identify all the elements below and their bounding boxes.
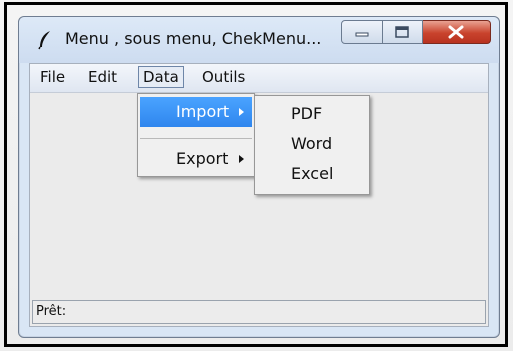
menu-bar: File Edit Data Outils: [30, 64, 488, 93]
submenu-item-pdf[interactable]: PDF: [291, 104, 322, 123]
status-text: Prêt:: [36, 304, 67, 319]
menu-separator: [140, 138, 252, 139]
submenu-arrow-icon: [239, 155, 244, 163]
submenu-item-excel[interactable]: Excel: [291, 164, 333, 183]
window-controls: [341, 20, 491, 44]
menu-outils[interactable]: Outils: [198, 66, 249, 88]
menu-item-export-label: Export: [176, 149, 229, 168]
import-submenu: PDF Word Excel: [254, 95, 370, 195]
menu-item-import-label: Import: [176, 102, 230, 121]
submenu-item-word[interactable]: Word: [291, 134, 332, 153]
submenu-arrow-icon: [239, 108, 244, 116]
minimize-button[interactable]: [341, 20, 383, 44]
close-button[interactable]: [423, 20, 491, 44]
data-dropdown-menu: Import Export: [137, 93, 255, 177]
close-icon: [448, 25, 464, 39]
maximize-button[interactable]: [383, 20, 423, 44]
status-bar: Prêt:: [32, 300, 486, 324]
title-bar[interactable]: Menu , sous menu, ChekMenu...: [19, 17, 499, 63]
screen: Menu , sous menu, ChekMenu... File Edit …: [0, 0, 513, 351]
maximize-icon: [395, 26, 409, 38]
menu-edit[interactable]: Edit: [84, 66, 121, 88]
menu-item-import[interactable]: Import: [140, 97, 252, 127]
minimize-icon: [355, 32, 369, 37]
menu-data[interactable]: Data: [138, 66, 184, 88]
menu-file[interactable]: File: [36, 66, 69, 88]
menu-item-export[interactable]: Export: [140, 144, 252, 174]
window-title: Menu , sous menu, ChekMenu...: [65, 29, 322, 48]
feather-icon: [38, 31, 50, 50]
